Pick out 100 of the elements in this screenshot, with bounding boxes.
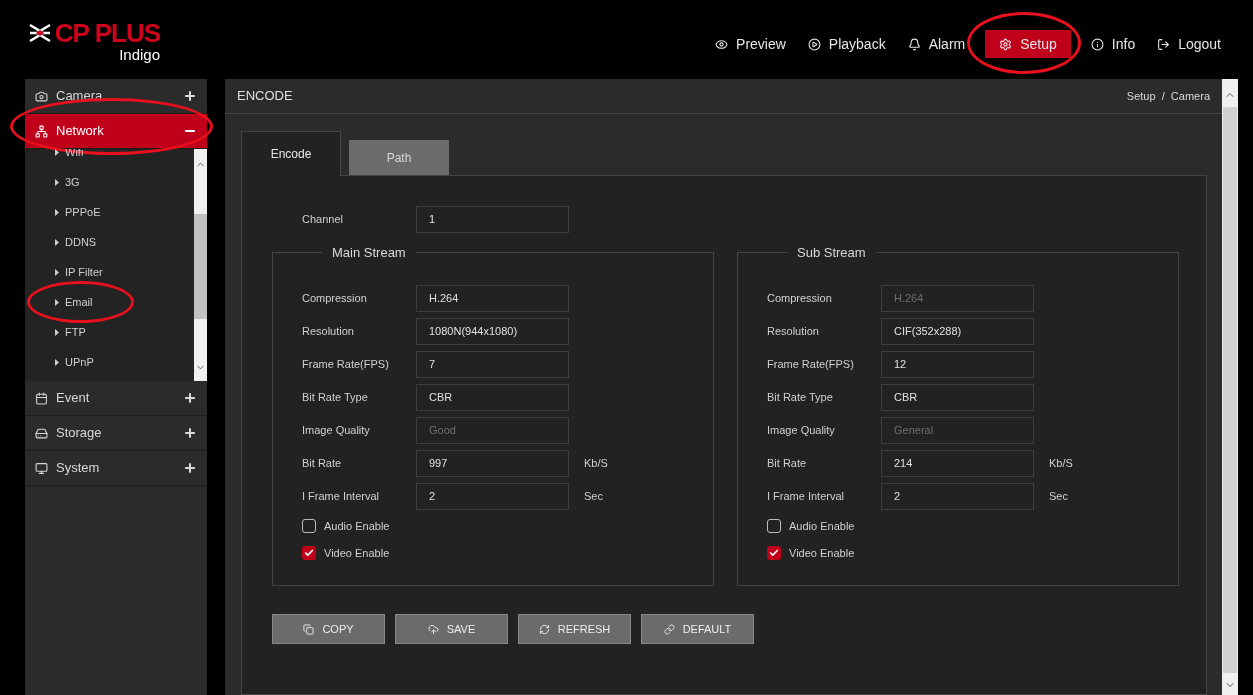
tab[interactable]: Encode	[241, 131, 341, 176]
field-label: Compression	[767, 290, 833, 306]
play-icon	[807, 37, 821, 51]
plus-icon	[183, 89, 197, 103]
field-label: Channel	[302, 212, 344, 228]
check-icon	[769, 548, 779, 558]
calendar-icon	[35, 391, 48, 405]
input-field[interactable]: CBR	[416, 383, 569, 411]
settings-icon	[999, 37, 1013, 51]
camera-icon	[35, 89, 48, 103]
sidebar-label: Network	[56, 122, 104, 141]
scrollbar[interactable]	[1222, 79, 1238, 695]
sidebar-label: Event	[56, 389, 90, 408]
field-label: Compression	[302, 290, 368, 306]
nav-tab[interactable]: Alarm	[905, 30, 968, 58]
info-icon	[1090, 37, 1104, 51]
unit-label: Kb/S	[584, 455, 608, 471]
nav-tab[interactable]: Playback	[805, 30, 888, 58]
caret-icon	[55, 149, 59, 156]
submenu-item[interactable]: Email	[25, 287, 194, 317]
sidebar-item[interactable]: System	[25, 451, 207, 486]
caret-icon	[55, 358, 59, 366]
field-label: Bit Rate Type	[767, 389, 834, 405]
field-label: Frame Rate(FPS)	[767, 356, 855, 372]
scrollbar[interactable]	[194, 149, 207, 381]
drive-icon	[35, 426, 48, 440]
action-button[interactable]: COPY	[272, 614, 385, 644]
field-label: Bit Rate	[302, 455, 343, 471]
sidebar-item[interactable]: Event	[25, 381, 207, 416]
caret-icon	[55, 268, 59, 276]
unit-label: Sec	[1049, 488, 1068, 504]
plus-icon	[183, 461, 197, 475]
action-button[interactable]: SAVE	[395, 614, 508, 644]
logo-icon	[27, 23, 52, 43]
nav-tab[interactable]: Preview	[713, 30, 788, 58]
caret-icon	[55, 208, 59, 216]
nav-tab[interactable]: Info	[1088, 30, 1138, 58]
checkbox-label: Audio Enable	[324, 518, 390, 534]
sidebar-label: Storage	[56, 424, 102, 443]
input-field[interactable]: CIF(352x288)	[881, 317, 1034, 345]
action-button[interactable]: DEFAULT	[641, 614, 754, 644]
action-button[interactable]: REFRESH	[518, 614, 631, 644]
sidebar-label: System	[56, 459, 100, 478]
unit-label: Sec	[584, 488, 603, 504]
logo-subtitle: Indigo	[119, 46, 160, 64]
network-icon	[35, 124, 48, 138]
checkbox-label: Video Enable	[324, 545, 390, 561]
input-field[interactable]: H.264	[416, 284, 569, 312]
channel-field[interactable]: 1	[416, 206, 569, 233]
input-field[interactable]: 1080N(944x1080)	[416, 317, 569, 345]
sidebar-item[interactable]: Network	[25, 114, 207, 149]
cloud-upload-icon	[427, 623, 439, 635]
input-field[interactable]: 997	[416, 449, 569, 477]
caret-icon	[55, 328, 59, 336]
submenu-item[interactable]: IP Filter	[25, 257, 194, 287]
caret-icon	[55, 238, 59, 246]
checkbox[interactable]	[767, 519, 781, 533]
caret-icon	[55, 178, 59, 186]
nav-tab[interactable]: Logout	[1155, 30, 1223, 58]
plus-icon	[183, 426, 197, 440]
field-label: Bit Rate	[767, 455, 808, 471]
checkbox-label: Video Enable	[789, 545, 855, 561]
breadcrumb: Setup / Camera	[1126, 88, 1210, 104]
input-field[interactable]: 2	[881, 482, 1034, 510]
input-field[interactable]: 2	[416, 482, 569, 510]
input-field[interactable]: 214	[881, 449, 1034, 477]
submenu-item[interactable]: UPnP	[25, 347, 194, 377]
plus-icon	[183, 391, 197, 405]
checkbox-label: Audio Enable	[789, 518, 855, 534]
refresh-icon	[538, 623, 550, 635]
field-label: Frame Rate(FPS)	[302, 356, 390, 372]
bell-icon	[907, 37, 921, 51]
tab[interactable]: Path	[349, 140, 449, 175]
sidebar-item[interactable]: Storage	[25, 416, 207, 451]
field-label: I Frame Interval	[767, 488, 846, 504]
checkbox[interactable]	[767, 546, 781, 560]
input-field[interactable]: CBR	[881, 383, 1034, 411]
check-icon	[304, 548, 314, 558]
field-label: Resolution	[767, 323, 820, 339]
field-label: Image Quality	[767, 422, 836, 438]
field-label: Resolution	[302, 323, 355, 339]
submenu-item[interactable]: DDNS	[25, 227, 194, 257]
submenu-item[interactable]: 3G	[25, 167, 194, 197]
nav-tab[interactable]: Setup	[985, 30, 1071, 58]
copy-icon	[303, 623, 315, 635]
link-icon	[663, 623, 675, 635]
field-label: Image Quality	[302, 422, 371, 438]
input-field[interactable]: 12	[881, 350, 1034, 378]
section-title: Sub Stream	[796, 244, 867, 262]
logo-text: CP PLUS	[54, 20, 160, 46]
eye-icon	[715, 37, 729, 51]
monitor-icon	[35, 461, 48, 475]
checkbox[interactable]	[302, 546, 316, 560]
logout-icon	[1157, 37, 1171, 51]
checkbox[interactable]	[302, 519, 316, 533]
page-title: ENCODE	[237, 87, 293, 106]
field-label: Bit Rate Type	[302, 389, 369, 405]
submenu-item[interactable]: FTP	[25, 317, 194, 347]
input-field[interactable]: 7	[416, 350, 569, 378]
submenu-item[interactable]: PPPoE	[25, 197, 194, 227]
